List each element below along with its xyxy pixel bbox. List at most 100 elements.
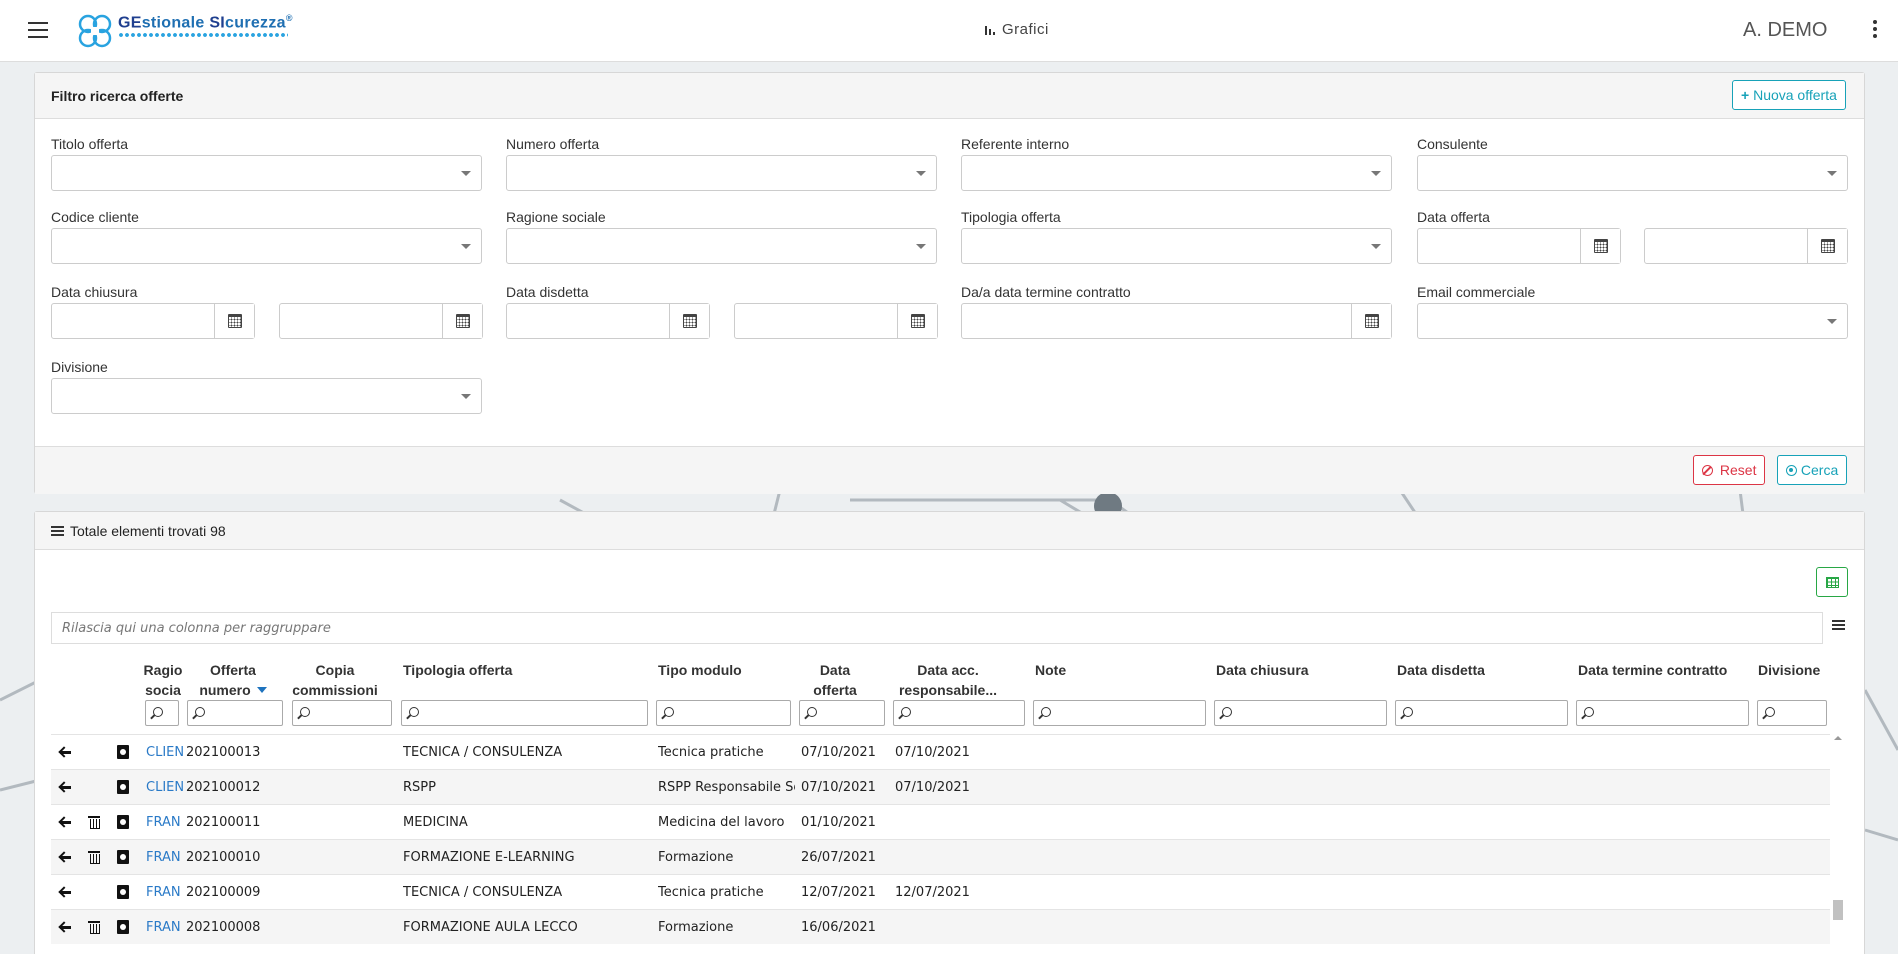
filter-data-termine-input[interactable] bbox=[1576, 700, 1749, 726]
back-arrow-icon[interactable] bbox=[59, 746, 71, 758]
col-data-chiusura[interactable]: Data chiusura bbox=[1216, 660, 1309, 680]
table-scrollbar[interactable] bbox=[1832, 734, 1844, 954]
back-arrow-icon[interactable] bbox=[59, 816, 71, 828]
label-email-commerciale: Email commerciale bbox=[1417, 284, 1536, 300]
contact-card-icon[interactable] bbox=[117, 780, 129, 794]
contact-card-icon[interactable] bbox=[117, 850, 129, 864]
filter-modulo-input[interactable] bbox=[656, 700, 791, 726]
scroll-up-icon bbox=[1834, 736, 1842, 740]
numero-offerta-select[interactable] bbox=[506, 155, 937, 191]
data-termine-range[interactable] bbox=[961, 303, 1392, 339]
cell-ragione[interactable]: FRAN bbox=[146, 885, 184, 900]
col-tipo-modulo[interactable]: Tipo modulo bbox=[658, 660, 742, 680]
cell-ragione[interactable]: CLIEN bbox=[146, 780, 184, 795]
more-options-icon[interactable] bbox=[1873, 20, 1879, 40]
export-excel-button[interactable] bbox=[1816, 567, 1848, 597]
col-data-termine[interactable]: Data termine contratto bbox=[1578, 660, 1727, 680]
calendar-button[interactable] bbox=[897, 304, 937, 338]
col-ragione-sociale[interactable]: Ragio socia bbox=[143, 660, 183, 700]
contact-card-icon[interactable] bbox=[117, 815, 129, 829]
new-offer-button[interactable]: + Nuova offerta bbox=[1732, 80, 1846, 110]
back-arrow-icon[interactable] bbox=[59, 921, 71, 933]
filter-tipologia-input[interactable] bbox=[401, 700, 648, 726]
codice-cliente-select[interactable] bbox=[51, 228, 482, 264]
data-chiusura-from[interactable] bbox=[51, 303, 255, 339]
cell-tipologia: FORMAZIONE E-LEARNING bbox=[403, 850, 575, 865]
column-chooser-icon[interactable] bbox=[1832, 620, 1845, 631]
col-data-offerta[interactable]: Data offerta bbox=[795, 660, 875, 700]
filter-data-disdetta-input[interactable] bbox=[1395, 700, 1568, 726]
cell-ragione[interactable]: FRAN bbox=[146, 920, 184, 935]
calendar-button[interactable] bbox=[214, 304, 254, 338]
user-name[interactable]: A. DEMO bbox=[1743, 19, 1827, 42]
cell-ragione[interactable]: FRAN bbox=[146, 815, 184, 830]
col-copia-commissioni[interactable]: Copia commissioni bbox=[285, 660, 385, 700]
data-chiusura-to[interactable] bbox=[279, 303, 483, 339]
group-drop-zone[interactable]: Rilascia qui una colonna per raggruppare bbox=[51, 612, 1823, 644]
cell-numero: 202100008 bbox=[186, 920, 261, 935]
back-arrow-icon[interactable] bbox=[59, 851, 71, 863]
back-arrow-icon[interactable] bbox=[59, 886, 71, 898]
titolo-offerta-select[interactable] bbox=[51, 155, 482, 191]
menu-icon[interactable] bbox=[28, 22, 48, 38]
trash-icon[interactable] bbox=[88, 851, 100, 864]
top-bar: GEstionale SIcurezza® Grafici A. DEMO bbox=[0, 0, 1898, 62]
filter-note-input[interactable] bbox=[1033, 700, 1206, 726]
charts-link[interactable]: Grafici bbox=[985, 21, 1049, 38]
col-divisione[interactable]: Divisione bbox=[1758, 660, 1820, 680]
calendar-button[interactable] bbox=[1807, 229, 1847, 263]
col-data-disdetta[interactable]: Data disdetta bbox=[1397, 660, 1485, 680]
filter-data-chiusura-input[interactable] bbox=[1214, 700, 1387, 726]
divisione-select[interactable] bbox=[51, 378, 482, 414]
table-row[interactable]: CLIEN 202100012 RSPP RSPP Responsabile Ser 0… bbox=[51, 769, 1830, 804]
filter-copia-input[interactable] bbox=[292, 700, 392, 726]
filter-ragione-input[interactable] bbox=[145, 700, 179, 726]
chevron-down-icon bbox=[461, 244, 471, 249]
contact-card-icon[interactable] bbox=[117, 885, 129, 899]
filter-divisione-input[interactable] bbox=[1757, 700, 1827, 726]
contact-card-icon[interactable] bbox=[117, 920, 129, 934]
calendar-icon bbox=[1821, 239, 1835, 253]
data-disdetta-to[interactable] bbox=[734, 303, 938, 339]
cell-ragione[interactable]: CLIEN bbox=[146, 745, 184, 760]
data-offerta-from[interactable] bbox=[1417, 228, 1621, 264]
calendar-button[interactable] bbox=[669, 304, 709, 338]
data-disdetta-from[interactable] bbox=[506, 303, 710, 339]
reset-button[interactable]: Reset bbox=[1693, 455, 1766, 485]
cell-modulo: Tecnica pratiche bbox=[658, 885, 764, 900]
app-logo[interactable]: GEstionale SIcurezza® bbox=[76, 10, 296, 50]
table-row[interactable]: FRAN 202100011 MEDICINA Medicina del lavoro… bbox=[51, 804, 1830, 839]
referente-interno-select[interactable] bbox=[961, 155, 1392, 191]
col-tipologia-offerta[interactable]: Tipologia offerta bbox=[403, 660, 512, 680]
filter-numero-input[interactable] bbox=[187, 700, 283, 726]
scroll-thumb[interactable] bbox=[1833, 900, 1843, 920]
calendar-button[interactable] bbox=[442, 304, 482, 338]
cell-ragione[interactable]: FRAN bbox=[146, 850, 184, 865]
contact-card-icon[interactable] bbox=[117, 745, 129, 759]
trash-icon[interactable] bbox=[88, 921, 100, 934]
col-offerta-numero[interactable]: Offerta numero bbox=[185, 660, 281, 700]
calendar-button[interactable] bbox=[1351, 304, 1391, 338]
consulente-select[interactable] bbox=[1417, 155, 1848, 191]
search-icon bbox=[1222, 707, 1232, 717]
filter-data-acc-input[interactable] bbox=[893, 700, 1025, 726]
filter-data-offerta-input[interactable] bbox=[799, 700, 885, 726]
calendar-button[interactable] bbox=[1580, 229, 1620, 263]
tipologia-offerta-select[interactable] bbox=[961, 228, 1392, 264]
table-row[interactable]: FRAN 202100009 TECNICA / CONSULENZA Tecnica… bbox=[51, 874, 1830, 909]
data-offerta-to[interactable] bbox=[1644, 228, 1848, 264]
table-row[interactable]: CLIEN 202100013 TECNICA / CONSULENZA Tecnic… bbox=[51, 734, 1830, 769]
search-icon bbox=[901, 707, 911, 717]
calendar-icon bbox=[228, 314, 242, 328]
cell-modulo: RSPP Responsabile Ser bbox=[658, 780, 795, 795]
table-row[interactable]: FRAN 202100010 FORMAZIONE E-LEARNING Formaz… bbox=[51, 839, 1830, 874]
search-button[interactable]: Cerca bbox=[1777, 455, 1848, 485]
ragione-sociale-select[interactable] bbox=[506, 228, 937, 264]
back-arrow-icon[interactable] bbox=[59, 781, 71, 793]
col-data-acc[interactable]: Data acc. responsabile... bbox=[883, 660, 1013, 700]
chevron-down-icon bbox=[916, 244, 926, 249]
table-row[interactable]: FRAN 202100008 FORMAZIONE AULA LECCO Formaz… bbox=[51, 909, 1830, 944]
col-note[interactable]: Note bbox=[1035, 660, 1066, 680]
email-commerciale-select[interactable] bbox=[1417, 303, 1848, 339]
trash-icon[interactable] bbox=[88, 816, 100, 829]
